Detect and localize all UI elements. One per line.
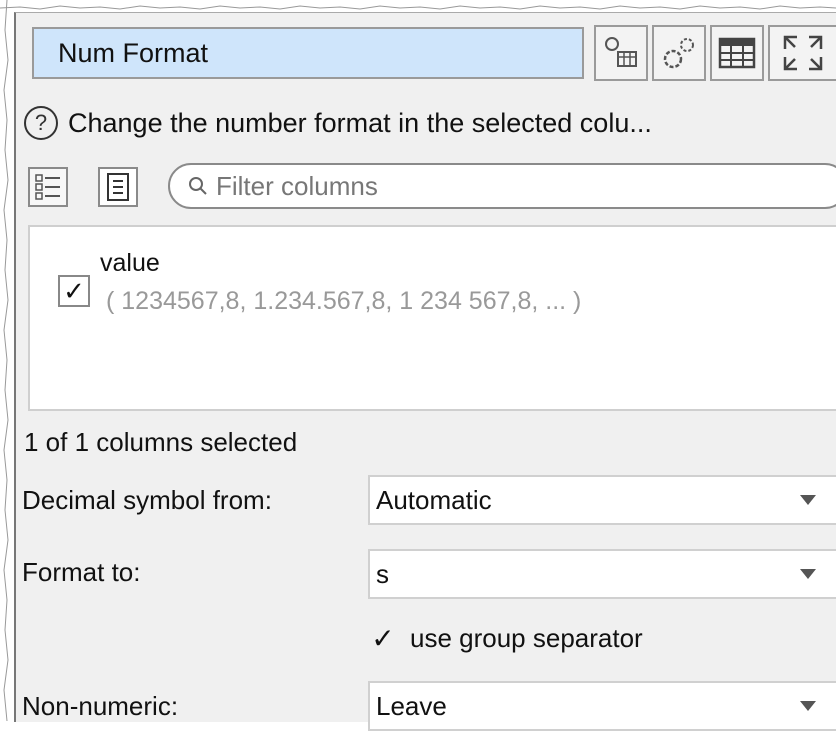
column-sample-values: ( 1234567,8, 1.234.567,8, 1 234 567,8, .… xyxy=(106,287,582,315)
table-icon xyxy=(718,37,756,69)
decimal-symbol-dropdown[interactable]: Automatic xyxy=(368,475,836,525)
selection-status: 1 of 1 columns selected xyxy=(24,427,298,457)
group-separator-checkbox[interactable]: ✓ xyxy=(368,624,398,654)
deselect-all-button[interactable] xyxy=(98,167,138,207)
non-numeric-value: Leave xyxy=(376,690,447,721)
group-separator-option[interactable]: ✓ use group separator xyxy=(368,623,643,654)
settings-button[interactable] xyxy=(652,25,706,81)
transform-table-icon xyxy=(605,37,637,67)
expand-icon xyxy=(783,35,823,71)
column-checkbox-value[interactable]: ✓ xyxy=(58,275,90,307)
decimal-symbol-value: Automatic xyxy=(376,484,492,515)
format-to-label: Format to: xyxy=(22,557,141,587)
node-title-field[interactable]: Num Format xyxy=(32,27,584,79)
non-numeric-label: Non-numeric: xyxy=(22,691,179,721)
search-icon xyxy=(189,177,207,195)
filter-columns-field[interactable] xyxy=(168,163,836,209)
settings-gear-icon xyxy=(663,38,694,69)
torn-edge-left xyxy=(3,0,9,721)
chevron-down-icon xyxy=(800,701,816,711)
expand-button[interactable] xyxy=(768,25,836,81)
help-icon[interactable]: ? xyxy=(24,106,58,140)
select-all-button[interactable] xyxy=(28,167,68,207)
checklist-icon xyxy=(35,174,60,200)
filter-columns-input[interactable] xyxy=(214,169,818,203)
columns-list: ✓ value ( 1234567,8, 1.234.567,8, 1 234 … xyxy=(28,225,836,411)
format-to-value: s xyxy=(376,558,389,589)
num-format-panel: Num Format ? Change the number format in… xyxy=(14,12,836,731)
help-text: Change the number format in the selected… xyxy=(68,107,652,138)
group-separator-label: use group separator xyxy=(410,623,643,653)
help-row: ? Change the number format in the select… xyxy=(24,103,836,143)
column-name: value xyxy=(100,249,160,277)
chevron-down-icon xyxy=(800,495,816,505)
non-numeric-dropdown[interactable]: Leave xyxy=(368,681,836,731)
decimal-symbol-label: Decimal symbol from: xyxy=(22,485,272,515)
chevron-down-icon xyxy=(800,569,816,579)
format-to-dropdown[interactable]: s xyxy=(368,549,836,599)
transform-table-button[interactable] xyxy=(594,25,648,81)
table-view-button[interactable] xyxy=(710,25,764,81)
list-icon xyxy=(107,173,129,201)
